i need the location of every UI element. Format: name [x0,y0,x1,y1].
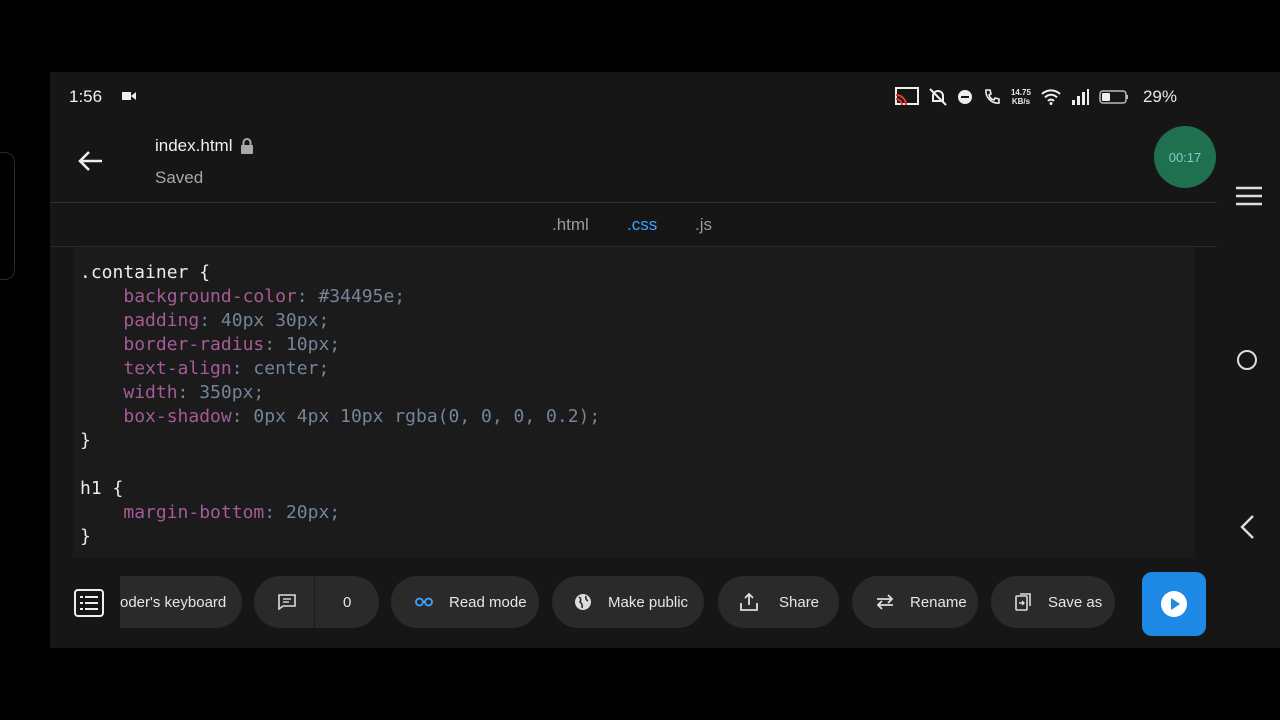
rename-button[interactable]: Rename [852,576,978,628]
file-title: index.html [155,136,254,156]
tab-js[interactable]: .js [695,215,712,235]
status-time: 1:56 [69,87,103,106]
css-property: text-align [123,358,232,379]
closing-brace: } [80,430,91,451]
network-speed: 14.75 KB/s [1011,88,1031,106]
status-bar: 1:56 14.75 KB/s 29% [50,72,1280,120]
mute-icon [929,88,947,106]
keyboard-list-icon[interactable] [74,589,104,617]
code-line: } [80,526,91,547]
file-name: index.html [155,136,233,155]
code-line: box-shadow: 0px 4px 10px rgba(0, 0, 0, 0… [123,406,601,427]
play-icon [1161,591,1187,617]
css-property: margin-bottom [123,502,265,523]
css-property: width [123,382,178,403]
code-line: border-radius: 10px; [123,334,341,355]
code-line: } [80,430,91,451]
share-button[interactable]: Share [718,576,839,628]
language-tabs: .html .css .js [50,203,1217,247]
status-icons: 14.75 KB/s 29% [894,86,1177,108]
read-mode-label: Read mode [449,593,527,611]
code-line: margin-bottom: 20px; [123,502,341,523]
app-screen: 1:56 14.75 KB/s 29% index.html Saved 00:… [50,72,1280,648]
save-status: Saved [155,168,204,187]
do-not-disturb-icon [957,90,972,104]
css-value: 350px; [199,382,265,403]
share-label: Share [779,593,820,611]
pill-divider [314,576,315,628]
read-mode-button[interactable]: Read mode [391,576,539,628]
css-property: background-color [123,286,297,307]
css-property: padding [123,310,200,331]
save-as-icon [1015,593,1031,611]
battery-icon [1099,90,1128,104]
make-public-label: Make public [608,593,689,611]
comments-count: 0 [343,593,352,611]
system-nav-bar [1217,120,1280,648]
signal-icon [1071,89,1089,105]
wifi-calling-icon [985,89,1000,104]
swap-arrows-icon [876,594,894,610]
make-public-button[interactable]: Make public [552,576,704,628]
app-header: index.html Saved [50,120,1217,203]
css-selector: .container { [80,262,211,283]
tab-css[interactable]: .css [627,215,657,235]
code-line: h1 { [80,478,123,499]
nav-back-icon[interactable] [1239,514,1255,540]
code-line: text-align: center; [123,358,330,379]
code-line: .container { [80,262,210,283]
tab-html[interactable]: .html [552,215,589,235]
css-value: #34495e; [318,286,406,307]
recording-timer[interactable]: 00:17 [1154,126,1216,188]
rename-label: Rename [910,593,967,611]
cast-icon [894,87,919,106]
glasses-icon [415,597,433,607]
css-value: center; [253,358,330,379]
css-value: 40px 30px; [220,310,330,331]
coders-keyboard-label: oder's keyboard [120,593,227,611]
video-record-icon [122,92,136,100]
run-button[interactable] [1142,572,1206,636]
css-value: 0px 4px 10px rgba(0, 0, 0, 0.2); [253,406,601,427]
lock-icon [241,138,254,154]
css-property: border-radius [123,334,265,355]
comments-button[interactable]: 0 [254,576,379,628]
code-line: width: 350px; [123,382,265,403]
closing-brace: } [80,526,91,547]
css-selector: h1 { [80,478,124,499]
home-circle-icon[interactable] [1237,350,1257,370]
bottom-toolbar: oder's keyboard 0 Read mode Make public … [50,558,1217,648]
globe-icon [574,593,592,611]
network-speed-unit: KB/s [1011,97,1031,106]
code-editor[interactable]: .container { background-color: #34495e; … [73,247,1195,558]
comment-icon [278,594,296,610]
code-line: padding: 40px 30px; [123,310,330,331]
share-icon [739,593,759,611]
code-line: background-color: #34495e; [123,286,406,307]
wifi-icon [1041,89,1061,105]
battery-percent: 29% [1142,87,1177,106]
css-value: 20px; [285,502,341,523]
save-as-label: Save as [1048,593,1103,611]
back-arrow-icon[interactable] [76,146,106,176]
menu-icon[interactable] [1236,186,1262,206]
css-property: box-shadow [123,406,232,427]
coders-keyboard-button[interactable]: oder's keyboard [120,576,242,628]
css-value: 10px; [285,334,341,355]
device-edge [0,152,15,280]
save-as-button[interactable]: Save as [991,576,1115,628]
network-speed-value: 14.75 [1010,88,1031,97]
